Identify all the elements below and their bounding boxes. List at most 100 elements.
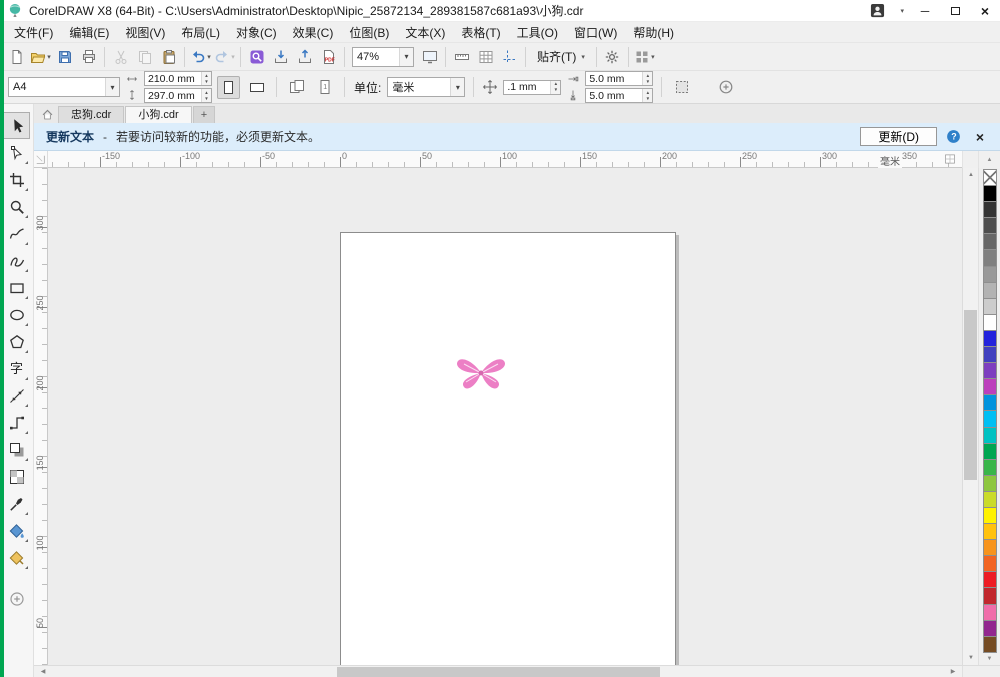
color-swatch[interactable] — [982, 233, 997, 251]
color-swatch[interactable] — [982, 313, 997, 331]
print-button[interactable] — [77, 45, 100, 68]
color-swatch[interactable] — [982, 297, 997, 315]
color-swatch[interactable] — [982, 281, 997, 299]
current-page-button[interactable]: 1 — [313, 76, 336, 99]
scroll-right-button[interactable]: ▶ — [946, 666, 960, 677]
nudge-offset-field[interactable]: .1 mm ▲ ▼ — [503, 79, 562, 95]
page-height-field[interactable]: 297.0 mm ▲ ▼ — [144, 88, 212, 103]
palette-scroll-up-button[interactable]: ▲ — [978, 151, 1000, 168]
color-swatch[interactable] — [982, 378, 997, 396]
scroll-up-button[interactable]: ▲ — [963, 168, 979, 182]
color-swatch[interactable] — [982, 523, 997, 541]
color-swatch[interactable] — [982, 329, 997, 348]
scroll-left-button[interactable]: ◀ — [36, 666, 50, 677]
color-swatch[interactable] — [982, 426, 997, 444]
color-swatch[interactable] — [982, 362, 997, 380]
color-swatch[interactable] — [982, 474, 997, 492]
color-swatch[interactable] — [982, 410, 997, 428]
update-text-button[interactable]: 更新(D) — [860, 127, 937, 146]
page-width-field[interactable]: 210.0 mm ▲ ▼ — [144, 71, 212, 86]
units-combo[interactable]: 毫米 ▾ — [387, 77, 466, 97]
vertical-ruler[interactable]: 300 250 200 150 100 50 — [34, 168, 48, 665]
fullscreen-preview-button[interactable] — [418, 45, 441, 68]
menu-table[interactable]: 表格(T) — [453, 22, 508, 43]
color-eyedropper-tool[interactable] — [3, 490, 30, 517]
close-notification-icon[interactable]: × — [970, 129, 990, 145]
scroll-down-button[interactable]: ▼ — [963, 651, 979, 665]
crop-tool[interactable] — [3, 166, 30, 193]
color-swatch[interactable] — [982, 506, 997, 525]
smart-fill-tool[interactable] — [3, 544, 30, 571]
artistic-media-tool[interactable] — [3, 247, 30, 274]
ellipse-tool[interactable] — [3, 301, 30, 328]
menu-view[interactable]: 视图(V) — [117, 22, 173, 43]
redo-button[interactable]: ▾ — [213, 45, 236, 68]
color-swatch[interactable] — [982, 201, 997, 219]
menu-layout[interactable]: 布局(L) — [173, 22, 228, 43]
pick-tool[interactable] — [3, 112, 30, 139]
color-swatch[interactable] — [982, 539, 997, 557]
open-button[interactable]: ▾ — [29, 45, 52, 68]
publish-pdf-button[interactable]: PDF — [317, 45, 340, 68]
page-a4[interactable] — [340, 232, 676, 665]
duplicate-y-field[interactable]: 5.0 mm ▲ ▼ — [585, 88, 654, 103]
shape-tool[interactable] — [3, 139, 30, 166]
page-size-combo[interactable]: A4 ▾ — [8, 77, 120, 97]
show-grid-button[interactable] — [474, 45, 497, 68]
chevron-down-icon[interactable]: ▾ — [105, 78, 119, 96]
menu-help[interactable]: 帮助(H) — [625, 22, 682, 43]
application-launcher-dropdown[interactable]: ▾ — [633, 45, 656, 68]
show-rulers-button[interactable] — [450, 45, 473, 68]
chevron-down-icon[interactable]: ▾ — [399, 47, 413, 66]
color-swatch[interactable] — [982, 394, 997, 412]
color-swatch[interactable] — [982, 458, 997, 476]
drawing-canvas[interactable] — [48, 168, 962, 665]
parallel-dimension-tool[interactable] — [3, 382, 30, 409]
save-button[interactable] — [53, 45, 76, 68]
menu-effects[interactable]: 效果(C) — [285, 22, 342, 43]
portrait-button[interactable] — [217, 75, 240, 99]
tab-xiaogou[interactable]: 小狗.cdr — [125, 106, 192, 123]
color-swatch[interactable] — [982, 603, 997, 621]
zoom-level-combo[interactable]: 47% ▾ — [352, 46, 414, 67]
ruler-origin-corner[interactable] — [34, 151, 48, 168]
menu-file[interactable]: 文件(F) — [6, 22, 61, 43]
chevron-down-icon[interactable]: ▾ — [900, 7, 904, 15]
menu-bitmaps[interactable]: 位图(B) — [341, 22, 397, 43]
color-swatch[interactable] — [982, 249, 997, 267]
bow-shape[interactable] — [454, 352, 508, 394]
tab-zhonggou[interactable]: 忠狗.cdr — [58, 106, 125, 123]
color-swatch[interactable] — [982, 442, 997, 460]
show-guidelines-button[interactable] — [498, 45, 521, 68]
interactive-fill-tool[interactable] — [3, 517, 30, 544]
horizontal-scrollbar[interactable]: ◀ ▶ — [34, 665, 1000, 677]
no-color-swatch[interactable] — [982, 169, 997, 187]
options-button[interactable] — [601, 45, 624, 68]
transparency-tool[interactable] — [3, 463, 30, 490]
all-pages-button[interactable] — [285, 76, 308, 99]
horizontal-scroll-thumb[interactable] — [337, 667, 660, 677]
color-swatch[interactable] — [982, 490, 997, 508]
spinner-buttons[interactable]: ▲ ▼ — [201, 72, 211, 85]
palette-scroll-down-button[interactable]: ▼ — [979, 653, 1000, 665]
color-swatch[interactable] — [982, 587, 997, 605]
menu-window[interactable]: 窗口(W) — [566, 22, 625, 43]
color-swatch[interactable] — [982, 185, 997, 203]
chevron-down-icon[interactable]: ▾ — [207, 53, 211, 61]
rectangle-tool[interactable] — [3, 274, 30, 301]
chevron-down-icon[interactable]: ▾ — [450, 78, 465, 96]
copy-button[interactable] — [133, 45, 156, 68]
color-swatch[interactable] — [982, 265, 997, 283]
landscape-button[interactable] — [245, 76, 268, 99]
chevron-down-icon[interactable]: ▾ — [47, 53, 51, 61]
customize-toolbox-button[interactable] — [3, 585, 30, 612]
text-tool[interactable]: 字 — [3, 355, 30, 382]
color-swatch[interactable] — [982, 619, 997, 637]
connector-tool[interactable] — [3, 409, 30, 436]
export-button[interactable] — [293, 45, 316, 68]
paste-button[interactable] — [157, 45, 180, 68]
color-swatch[interactable] — [982, 555, 997, 573]
search-content-button[interactable] — [245, 45, 268, 68]
undo-button[interactable]: ▾ — [189, 45, 212, 68]
maximize-button[interactable] — [940, 0, 970, 21]
